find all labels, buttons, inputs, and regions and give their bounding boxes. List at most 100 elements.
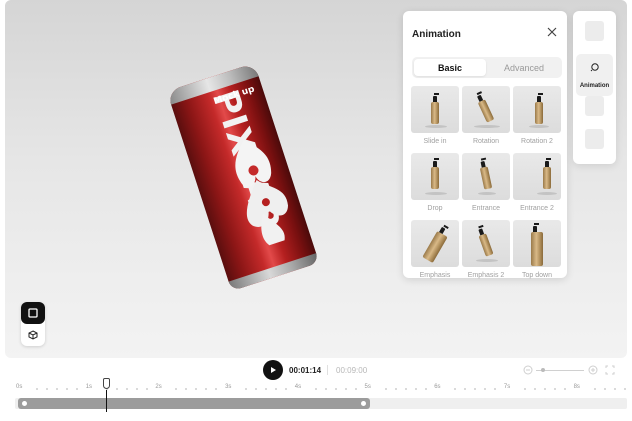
preset-thumbnail	[411, 86, 459, 133]
2d-view-button[interactable]	[21, 302, 45, 324]
preset-emphasis-2[interactable]: Emphasis 2	[462, 220, 510, 279]
ruler-tick	[285, 388, 288, 390]
preset-entrance-2[interactable]: Entrance 2	[513, 153, 561, 212]
ruler-tick	[464, 388, 467, 390]
ruler-tick	[125, 388, 128, 390]
preset-label: Top down	[522, 272, 552, 279]
play-icon	[271, 367, 276, 373]
ruler-tick	[66, 388, 68, 390]
ruler-tick	[175, 388, 178, 390]
close-button[interactable]	[545, 25, 559, 39]
close-icon	[547, 27, 557, 37]
preset-label: Emphasis	[419, 272, 451, 279]
ruler-tick	[424, 388, 427, 390]
ruler-tick	[593, 388, 596, 390]
preset-label: Entrance	[471, 205, 501, 212]
product-model[interactable]: PIXCAP Mock up	[166, 62, 320, 292]
ruler-tick	[115, 388, 118, 390]
ruler-tick	[474, 388, 477, 390]
ruler-tick	[314, 388, 317, 390]
ruler-tick	[623, 388, 626, 390]
ruler-tick	[145, 388, 148, 390]
soda-can: PIXCAP Mock up	[166, 62, 320, 292]
clip-start-handle[interactable]	[22, 401, 27, 406]
animation-tabs: Basic Advanced	[412, 57, 562, 78]
3d-view-button[interactable]	[21, 324, 45, 346]
ruler-tick	[334, 388, 337, 390]
rail-item-placeholder[interactable]	[585, 96, 604, 116]
ruler-label: 0s	[16, 384, 23, 390]
ruler-tick	[245, 388, 248, 390]
ruler-label: 6s	[434, 384, 441, 390]
playhead[interactable]	[106, 390, 107, 412]
ruler-tick	[454, 388, 457, 390]
right-tool-rail: Animation	[573, 11, 616, 164]
ruler-label: 8s	[573, 384, 580, 390]
preset-thumbnail	[513, 220, 561, 267]
ruler-label: 1s	[85, 384, 93, 390]
ruler-tick	[354, 388, 357, 390]
preset-label: Slide in	[423, 138, 447, 145]
fit-screen-icon[interactable]	[605, 365, 615, 375]
preset-rotation[interactable]: Rotation	[462, 86, 510, 145]
ruler-tick	[56, 388, 58, 390]
tab-advanced[interactable]: Advanced	[488, 59, 560, 76]
preset-top-down[interactable]: Top down	[513, 220, 561, 279]
preset-thumbnail	[513, 153, 561, 200]
can-floral-graphic	[235, 140, 289, 246]
ruler-tick	[135, 388, 138, 390]
zoom-out-icon[interactable]	[523, 365, 533, 375]
panel-title: Animation	[412, 29, 461, 40]
preset-thumbnail	[411, 153, 459, 200]
ruler-label: 4s	[294, 384, 302, 390]
ruler-tick	[404, 388, 407, 390]
animation-icon	[590, 63, 599, 72]
ruler-tick	[563, 388, 566, 390]
ruler-tick	[494, 388, 497, 390]
animation-clip[interactable]	[18, 398, 370, 409]
preset-label: Rotation	[472, 138, 500, 145]
clip-end-handle[interactable]	[361, 401, 366, 406]
ruler-tick	[324, 388, 327, 390]
animation-panel: Animation Basic Advanced Slide in Rotati…	[403, 11, 567, 279]
preset-slide-in[interactable]: Slide in	[411, 86, 459, 145]
cube-icon	[28, 330, 38, 340]
ruler-label: 3s	[225, 384, 232, 390]
ruler-label: 7s	[503, 384, 511, 390]
ruler-label: 2s	[155, 384, 162, 390]
preset-label: Drop	[427, 205, 443, 212]
ruler-tick	[543, 388, 546, 390]
zoom-in-icon[interactable]	[588, 365, 598, 375]
ruler-tick	[523, 388, 526, 390]
preset-rotation-2[interactable]: Rotation 2	[513, 86, 561, 145]
preset-thumbnail	[462, 220, 510, 267]
play-button[interactable]	[263, 360, 283, 380]
rail-item-label: Animation	[579, 83, 610, 89]
can-base	[228, 253, 320, 292]
rail-item-placeholder[interactable]	[585, 129, 604, 149]
ruler-tick	[36, 388, 38, 390]
preset-drop[interactable]: Drop	[411, 153, 459, 212]
preset-label: Emphasis 2	[467, 272, 505, 279]
ruler-label: 5s	[364, 384, 371, 390]
tab-basic[interactable]: Basic	[414, 59, 486, 76]
time-ruler[interactable]: 0s 1s 2s 3s 4s 5s 6s 7s 8s	[0, 383, 632, 397]
square-icon	[28, 308, 38, 318]
preset-emphasis[interactable]: Emphasis	[411, 220, 459, 279]
total-time: 00:09:00	[336, 366, 368, 375]
preset-thumbnail	[411, 220, 459, 267]
preset-entrance[interactable]: Entrance	[462, 153, 510, 212]
zoom-slider-thumb[interactable]	[541, 368, 545, 372]
ruler-tick	[195, 388, 198, 390]
ruler-tick	[185, 388, 188, 390]
playhead-handle[interactable]	[103, 378, 110, 389]
rail-item-animation[interactable]: Animation	[576, 54, 613, 96]
ruler-tick	[394, 388, 397, 390]
preset-thumbnail	[462, 153, 510, 200]
ruler-tick	[46, 388, 48, 390]
preset-thumbnail	[513, 86, 561, 133]
rail-item-placeholder[interactable]	[585, 21, 604, 41]
time-divider	[327, 365, 328, 375]
ruler-tick	[76, 388, 78, 390]
ruler-tick	[553, 388, 556, 390]
